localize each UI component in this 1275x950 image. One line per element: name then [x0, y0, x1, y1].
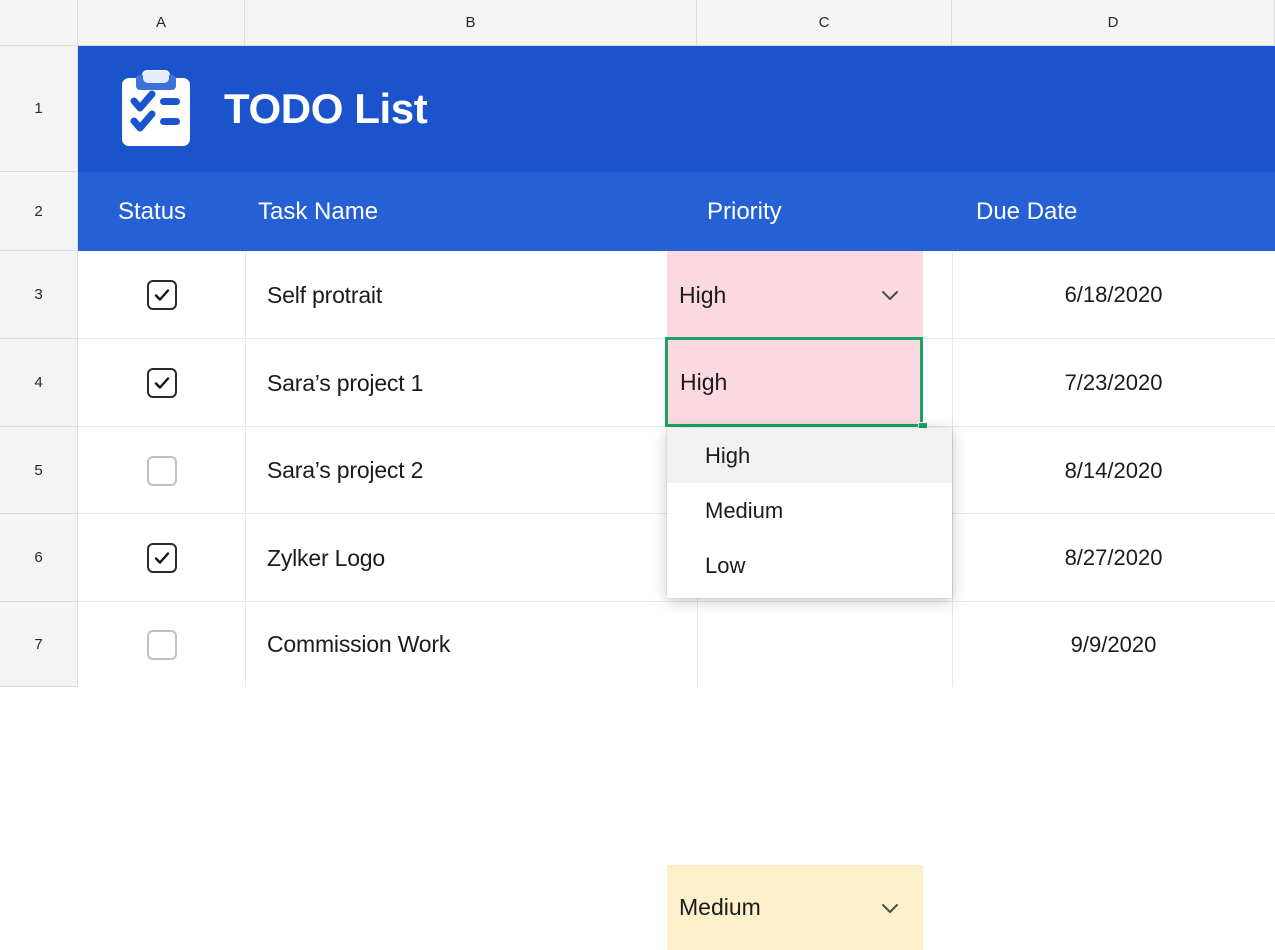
due-date-cell-row1[interactable]: 6/18/2020 — [952, 251, 1275, 339]
dropdown-option-high[interactable]: High — [667, 428, 952, 483]
dropdown-option-medium[interactable]: Medium — [667, 483, 952, 538]
column-label-task: Task Name — [258, 197, 379, 225]
title-banner: TODO List — [78, 46, 1275, 172]
page-title: TODO List — [224, 85, 428, 132]
status-checkbox-cell-row5[interactable] — [78, 602, 245, 687]
column-label-duedate: Due Date — [976, 197, 1078, 225]
row-header-4[interactable]: 4 — [0, 339, 78, 427]
task-name-cell-row4[interactable]: Zylker Logo — [245, 514, 697, 602]
clipboard-checklist-icon — [120, 70, 192, 148]
chevron-down-icon[interactable] — [879, 284, 901, 306]
due-date-cell-row5[interactable]: 9/9/2020 — [952, 602, 1275, 687]
selected-cell-value: High — [680, 368, 728, 395]
task-name-cell-row3[interactable]: Sara’s project 2 — [245, 427, 697, 514]
row-header-3[interactable]: 3 — [0, 251, 78, 339]
task-name-cell-row2[interactable]: Sara’s project 1 — [245, 339, 697, 427]
status-checkbox-cell-row3[interactable] — [78, 427, 245, 514]
table-header-row: Status Task Name Priority Due Date — [78, 172, 1275, 251]
column-header-a[interactable]: A — [78, 0, 245, 45]
column-label-priority: Priority — [707, 197, 782, 225]
dropdown-option-low[interactable]: Low — [667, 538, 952, 593]
row-header-2[interactable]: 2 — [0, 172, 78, 251]
due-date-cell-row2[interactable]: 7/23/2020 — [952, 339, 1275, 427]
row-header-5[interactable]: 5 — [0, 427, 78, 514]
checkbox-unchecked-icon[interactable] — [146, 629, 177, 660]
task-name-cell-row1[interactable]: Self protrait — [245, 251, 697, 339]
due-date-cell-row3[interactable]: 8/14/2020 — [952, 427, 1275, 514]
selected-priority-cell[interactable]: High — [665, 337, 923, 427]
status-checkbox-cell-row2[interactable] — [78, 339, 245, 427]
priority-value-row5: Medium — [679, 894, 761, 920]
checkbox-checked-icon[interactable] — [146, 280, 177, 310]
row-header-6[interactable]: 6 — [0, 514, 78, 602]
checkbox-checked-icon[interactable] — [146, 543, 177, 573]
checkbox-unchecked-icon[interactable] — [146, 455, 177, 486]
status-checkbox-cell-row4[interactable] — [78, 514, 245, 602]
column-header-strip: A B C D — [0, 0, 1275, 46]
column-label-status: Status — [118, 197, 187, 225]
priority-cell-row1[interactable]: High — [667, 251, 923, 339]
column-header-d[interactable]: D — [952, 0, 1275, 45]
priority-value-row1: High — [679, 281, 727, 308]
checkbox-checked-icon[interactable] — [146, 368, 177, 398]
due-date-cell-row4[interactable]: 8/27/2020 — [952, 514, 1275, 602]
priority-cell-row4[interactable] — [667, 689, 923, 777]
column-header-c[interactable]: C — [697, 0, 952, 45]
priority-cell-row5[interactable]: Medium — [667, 865, 923, 950]
select-all-corner[interactable] — [0, 0, 78, 45]
row-header-1[interactable]: 1 — [0, 46, 78, 172]
row-header-7[interactable]: 7 — [0, 602, 78, 687]
status-checkbox-cell-row1[interactable] — [78, 251, 245, 339]
column-header-b[interactable]: B — [245, 0, 697, 45]
priority-dropdown-menu[interactable]: High Medium Low — [667, 428, 952, 598]
spreadsheet-canvas: A B C D 1 2 3 4 5 6 7 TODO List Status T… — [0, 0, 1275, 950]
task-name-cell-row5[interactable]: Commission Work — [245, 602, 697, 687]
chevron-down-icon[interactable] — [879, 897, 901, 919]
